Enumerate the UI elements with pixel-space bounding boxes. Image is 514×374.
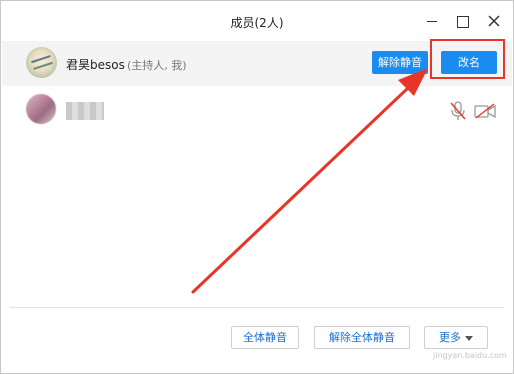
annotation-arrow xyxy=(191,68,428,294)
